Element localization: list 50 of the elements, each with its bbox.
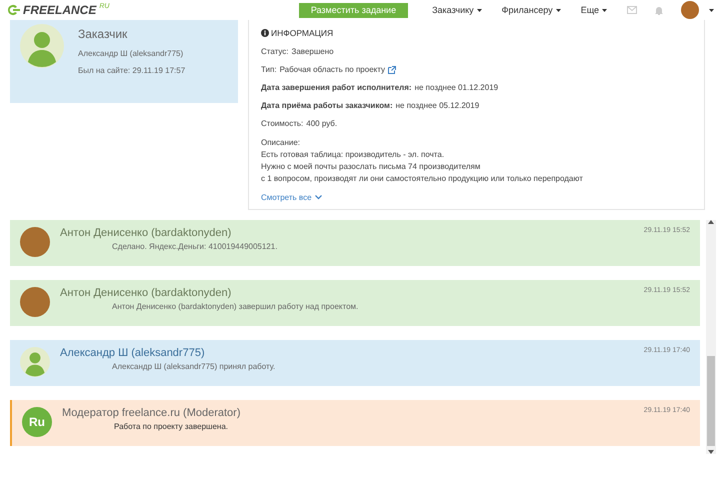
field-value: не позднее 01.12.2019 bbox=[414, 83, 498, 92]
last-seen-text: Был на сайте: 29.11.19 17:57 bbox=[78, 66, 186, 75]
scroll-up-icon[interactable] bbox=[708, 220, 714, 224]
field-value: Рабочая область по проекту bbox=[280, 65, 385, 74]
field-value: Завершено bbox=[292, 47, 334, 56]
message-author[interactable]: Модератор freelance.ru (Moderator) bbox=[62, 407, 241, 419]
show-all-link[interactable]: Смотреть все bbox=[261, 193, 322, 202]
moderator-avatar: Ru bbox=[22, 407, 52, 437]
photo-placeholder bbox=[20, 287, 50, 317]
field-label: Тип: bbox=[261, 65, 277, 74]
scrollbar[interactable] bbox=[706, 220, 716, 454]
logo-text: FREELANCE bbox=[23, 3, 96, 17]
field-label: Стоимость: bbox=[261, 119, 304, 128]
customer-name[interactable]: Александр Ш (aleksandr775) bbox=[78, 49, 186, 58]
logo-icon bbox=[6, 4, 20, 16]
caret-icon bbox=[709, 8, 714, 12]
message-author[interactable]: Антон Денисенко (bardaktonyden) bbox=[60, 287, 232, 299]
info-title: ИНФОРМАЦИЯ bbox=[271, 28, 334, 38]
post-task-button[interactable]: Разместить задание bbox=[298, 2, 408, 18]
photo-placeholder bbox=[20, 227, 50, 257]
message-text: Антон Денисенко (bardaktonyden) завершил работу над проектом. bbox=[111, 302, 360, 311]
field-value: не позднее 05.12.2019 bbox=[396, 101, 480, 110]
message-text: Работа по проекту завершена. bbox=[113, 422, 230, 431]
field-label: Дата завершения работ исполнителя: bbox=[261, 83, 412, 92]
external-link-icon[interactable] bbox=[388, 66, 396, 74]
field-value: 400 руб. bbox=[306, 119, 338, 128]
scroll-down-icon[interactable] bbox=[708, 450, 714, 454]
nav-menu-item[interactable]: Еще bbox=[580, 5, 607, 15]
description-label: Описание: bbox=[261, 137, 302, 148]
description-line: Есть готовая таблица: производитель - эл. почта. bbox=[261, 149, 446, 160]
message-author[interactable]: Антон Денисенко (bardaktonyden) bbox=[60, 227, 232, 239]
field-label: Статус: bbox=[261, 47, 289, 56]
caret-icon bbox=[602, 8, 607, 12]
description-line: Нужно с моей почты разослать письма 74 производителям bbox=[261, 161, 482, 172]
user-avatar[interactable] bbox=[681, 1, 699, 19]
user-silhouette-icon bbox=[20, 347, 50, 377]
caret-icon bbox=[476, 8, 482, 12]
field-label: Дата приёма работы заказчиком: bbox=[261, 101, 393, 110]
nav-menu-item[interactable]: Заказчику bbox=[432, 5, 482, 15]
nav-menu-item[interactable]: Фрилансеру bbox=[502, 5, 561, 15]
info-icon bbox=[261, 29, 269, 37]
caret-icon bbox=[556, 8, 561, 12]
customer-role: Заказчик bbox=[78, 27, 128, 41]
message-author[interactable]: Александр Ш (aleksandr775) bbox=[60, 347, 205, 359]
user-silhouette-icon bbox=[20, 24, 64, 68]
message-text: Александр Ш (aleksandr775) принял работу. bbox=[111, 362, 276, 371]
description-line: с 1 вопросом, производят ли они самостоятельно продукцию или только перепродают bbox=[261, 173, 584, 184]
chevron-down-icon bbox=[314, 195, 322, 200]
scrollbar-thumb[interactable] bbox=[707, 356, 715, 446]
message-text: Сделано. Яндекс.Деньги: 410019449005121. bbox=[111, 242, 278, 251]
